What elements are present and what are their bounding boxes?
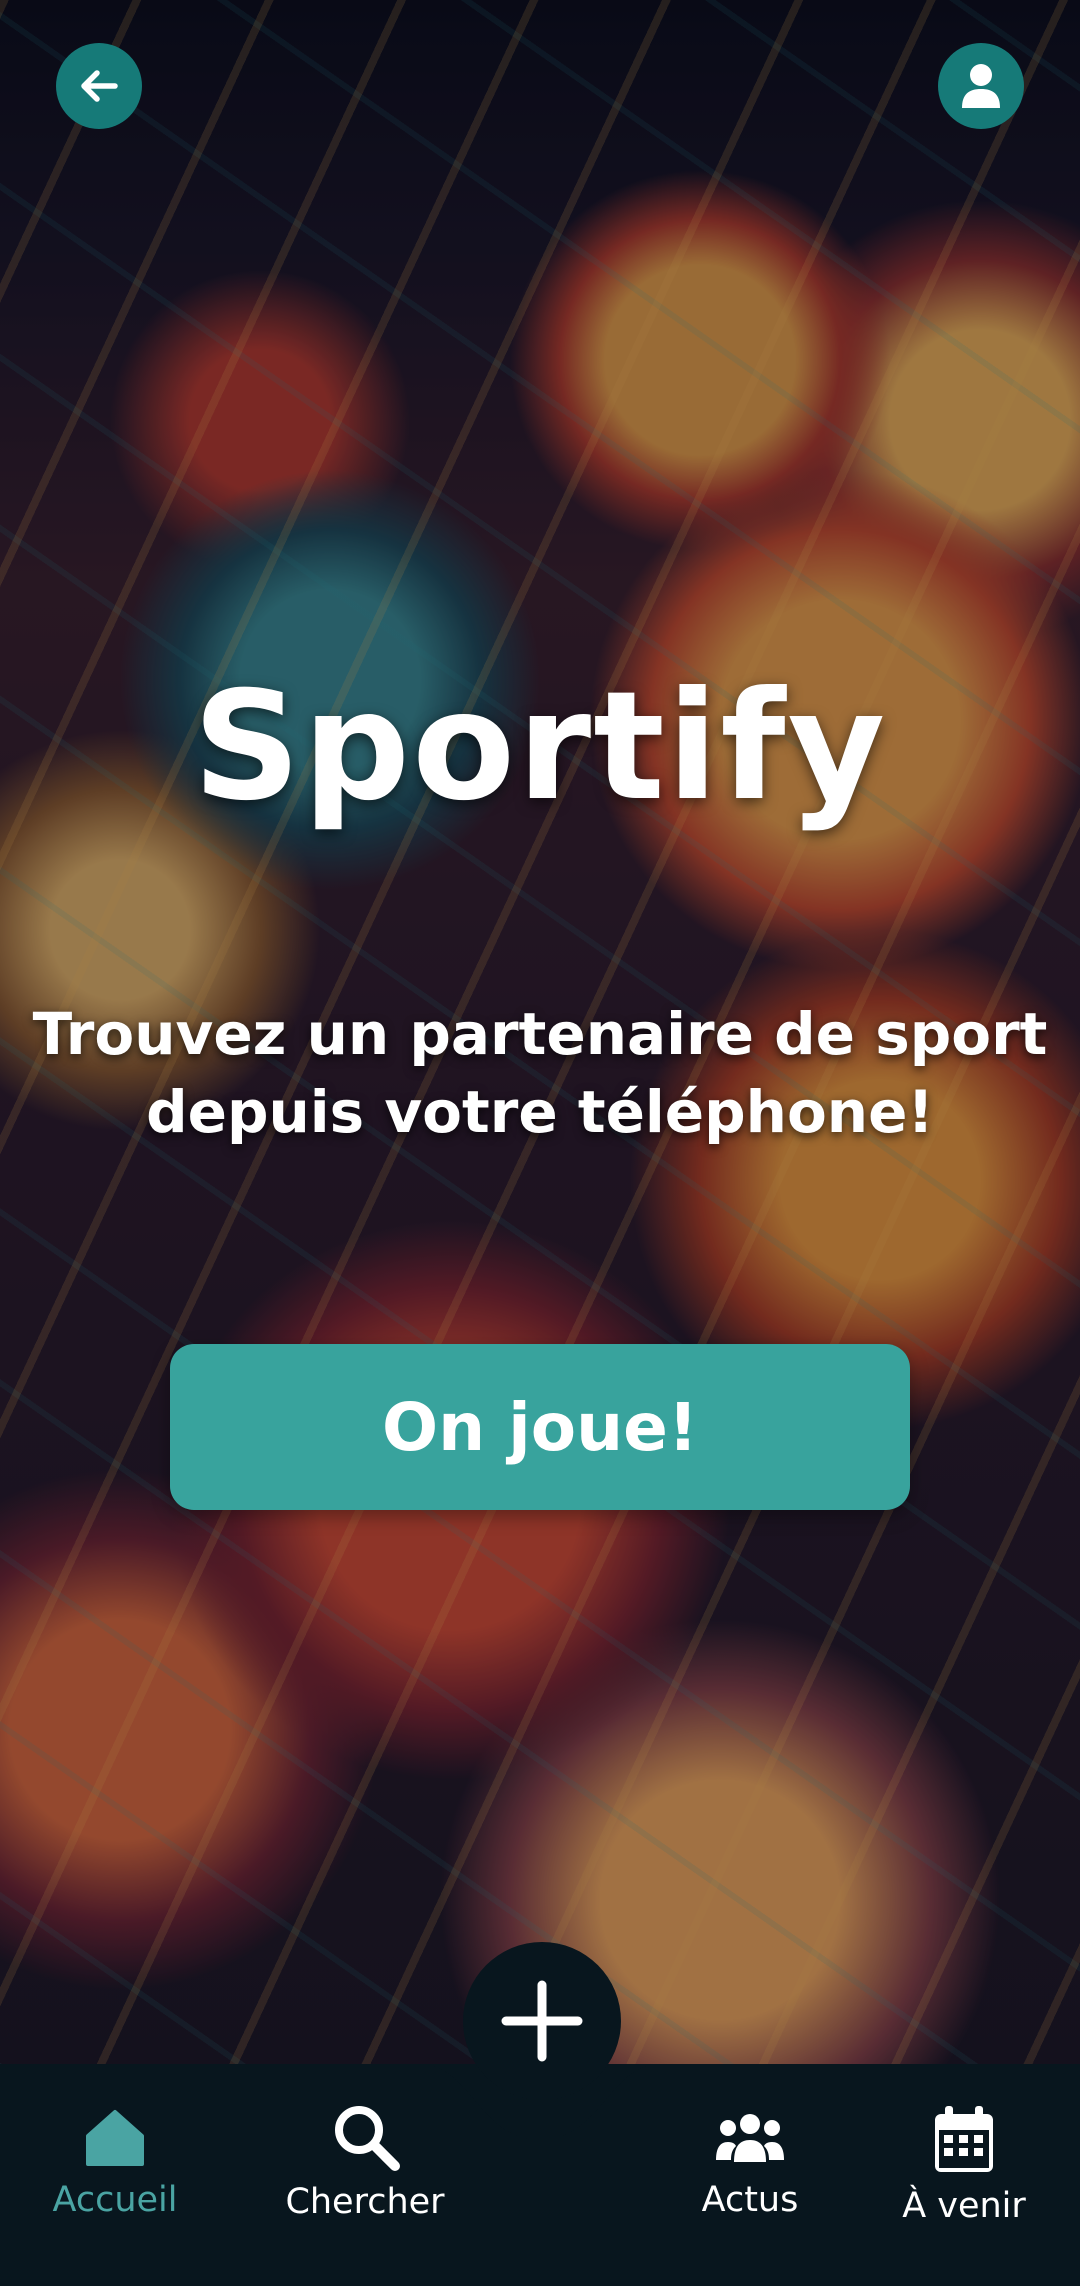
user-icon bbox=[962, 64, 1000, 108]
nav-label-news: Actus bbox=[701, 2180, 799, 2220]
nav-label-upcoming: À venir bbox=[902, 2186, 1026, 2226]
calendar-icon bbox=[935, 2106, 993, 2172]
users-icon bbox=[716, 2114, 784, 2162]
nav-label-search: Chercher bbox=[285, 2182, 445, 2222]
back-button[interactable] bbox=[56, 43, 142, 129]
arrow-left-icon bbox=[81, 70, 118, 102]
profile-button[interactable] bbox=[938, 43, 1024, 129]
add-activity-button[interactable] bbox=[463, 1942, 621, 2100]
nav-label-home: Accueil bbox=[52, 2180, 178, 2220]
home-icon bbox=[86, 2110, 144, 2166]
app-title: Sportify bbox=[192, 660, 888, 834]
search-icon bbox=[335, 2106, 400, 2171]
plus-icon bbox=[501, 1980, 583, 2062]
app-tagline: Trouvez un partenaire de sport depuis vo… bbox=[32, 1000, 1048, 1146]
nav-item-upcoming[interactable]: À venir bbox=[888, 2104, 1040, 2226]
nav-item-news[interactable]: Actus bbox=[680, 2110, 820, 2220]
nav-item-home[interactable]: Accueil bbox=[40, 2104, 190, 2220]
play-button[interactable]: On joue! bbox=[170, 1344, 910, 1510]
nav-item-search[interactable]: Chercher bbox=[270, 2100, 460, 2222]
